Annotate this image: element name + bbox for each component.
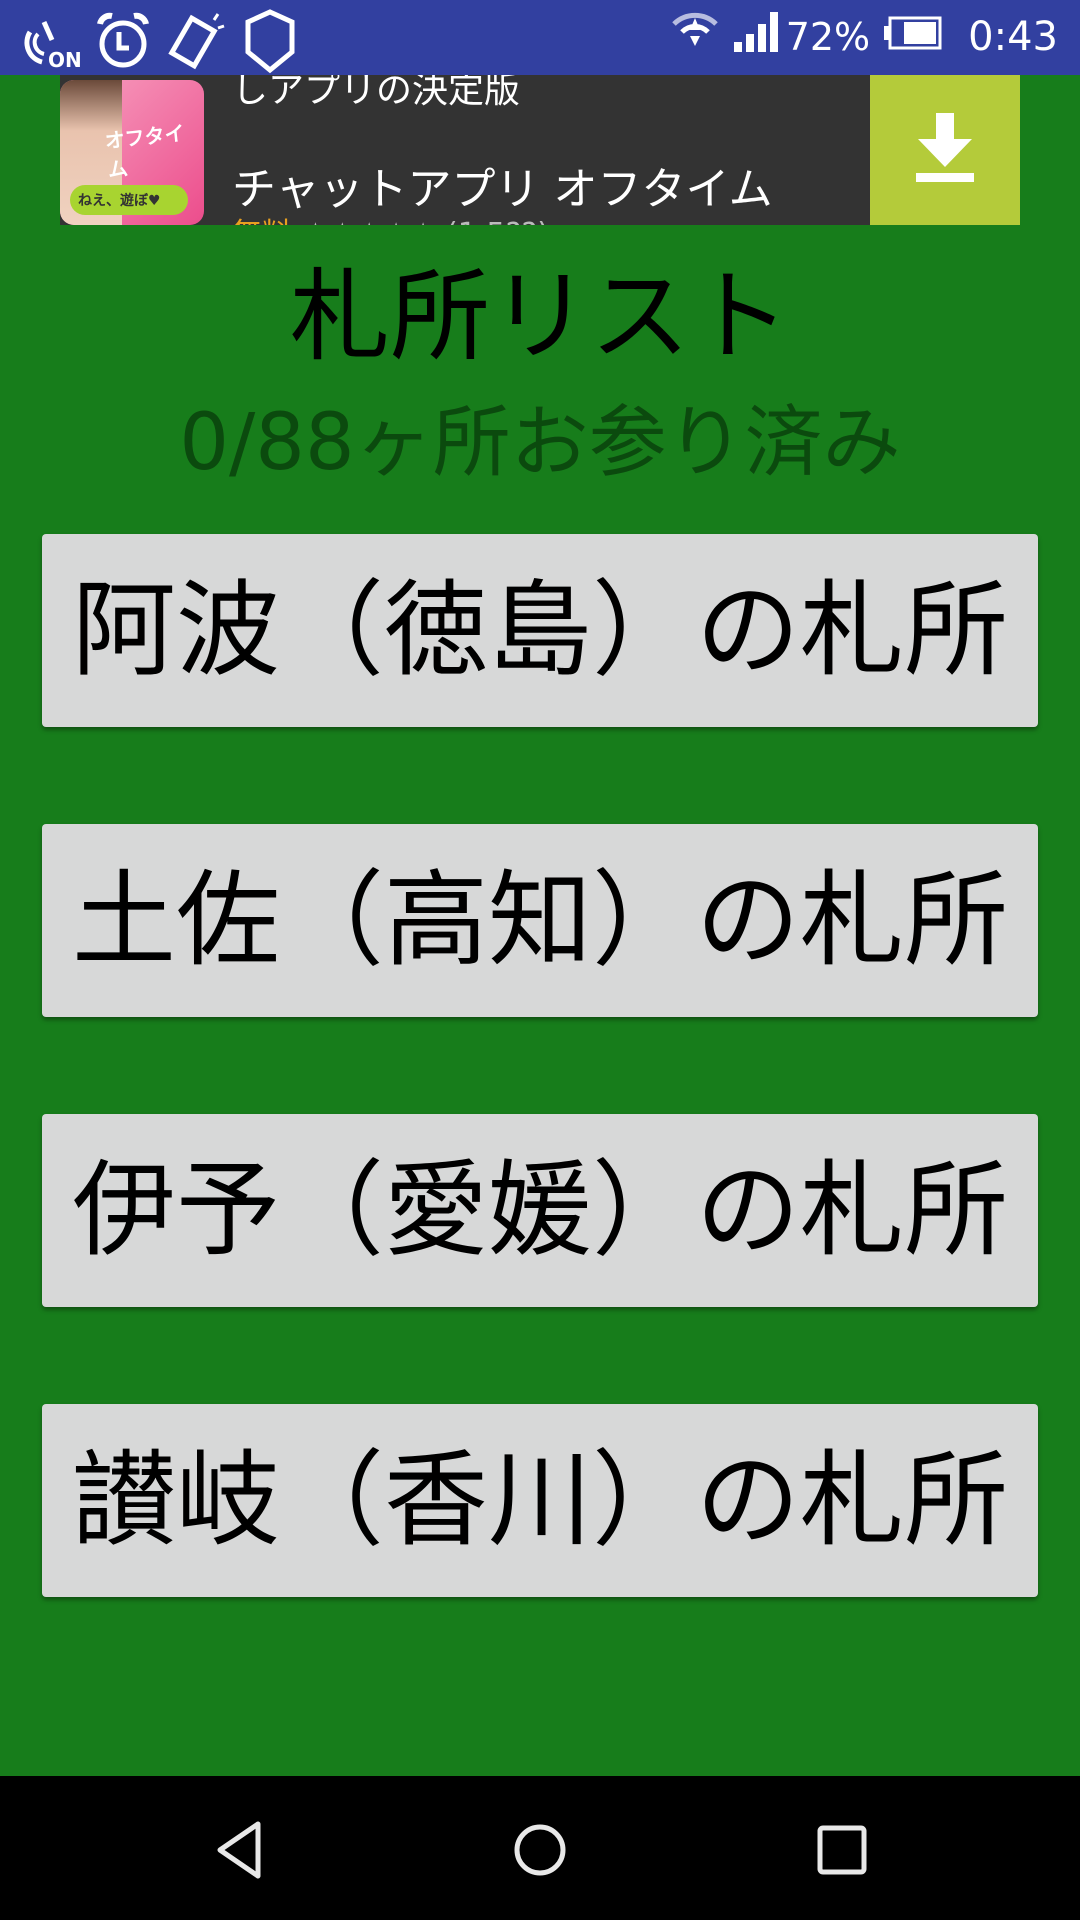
page-title: 札所リスト [290,258,790,375]
battery-percent: 72% [785,14,871,59]
status-bar: ON 72% 0:43 [0,0,1080,75]
ad-rating-row: 無料 ★★★★★ (1,5??) [232,209,549,225]
ad-title: チャットアプリ オフタイム [232,164,773,215]
ad-rating-count: (1,5??) [446,217,549,225]
tosa-kochi-button[interactable]: 土佐（高知）の札所 [42,824,1038,1017]
ad-app-icon: オフタイム ねえ、遊ぼ♥ [60,80,204,225]
alarm-icon [94,10,152,76]
rotate-icon [166,10,228,76]
download-icon [912,113,978,187]
ad-download-button[interactable] [870,75,1020,225]
ad-banner[interactable]: オフタイム ねえ、遊ぼ♥ しアプリの決定版 チャットアプリ オフタイム 無料 ★★… [60,75,1020,225]
shield-icon [242,8,298,78]
back-icon[interactable] [212,1820,268,1884]
signal-icon [733,12,780,61]
clock: 0:43 [968,13,1058,60]
nfc-on-icon: ON [22,14,82,72]
nfc-label: ON [48,48,82,72]
ad-icon-logo: オフタイム [103,120,186,182]
ad-stars: ★★★★★ [302,217,436,225]
ad-price: 無料 [232,217,292,225]
sanuki-kagawa-button[interactable]: 讃岐（香川）の札所 [42,1404,1038,1597]
home-icon[interactable] [512,1820,568,1884]
recents-icon[interactable] [814,1820,870,1884]
progress-text: 0/88ヶ所お参り済み [179,398,901,488]
wifi-icon [670,10,720,63]
ad-icon-pill: ねえ、遊ぼ♥ [70,185,188,215]
ad-description: しアプリの決定版 [232,75,521,111]
awa-tokushima-button[interactable]: 阿波（徳島）の札所 [42,534,1038,727]
battery-icon [884,15,942,59]
navigation-bar [0,1776,1080,1920]
iyo-ehime-button[interactable]: 伊予（愛媛）の札所 [42,1114,1038,1307]
